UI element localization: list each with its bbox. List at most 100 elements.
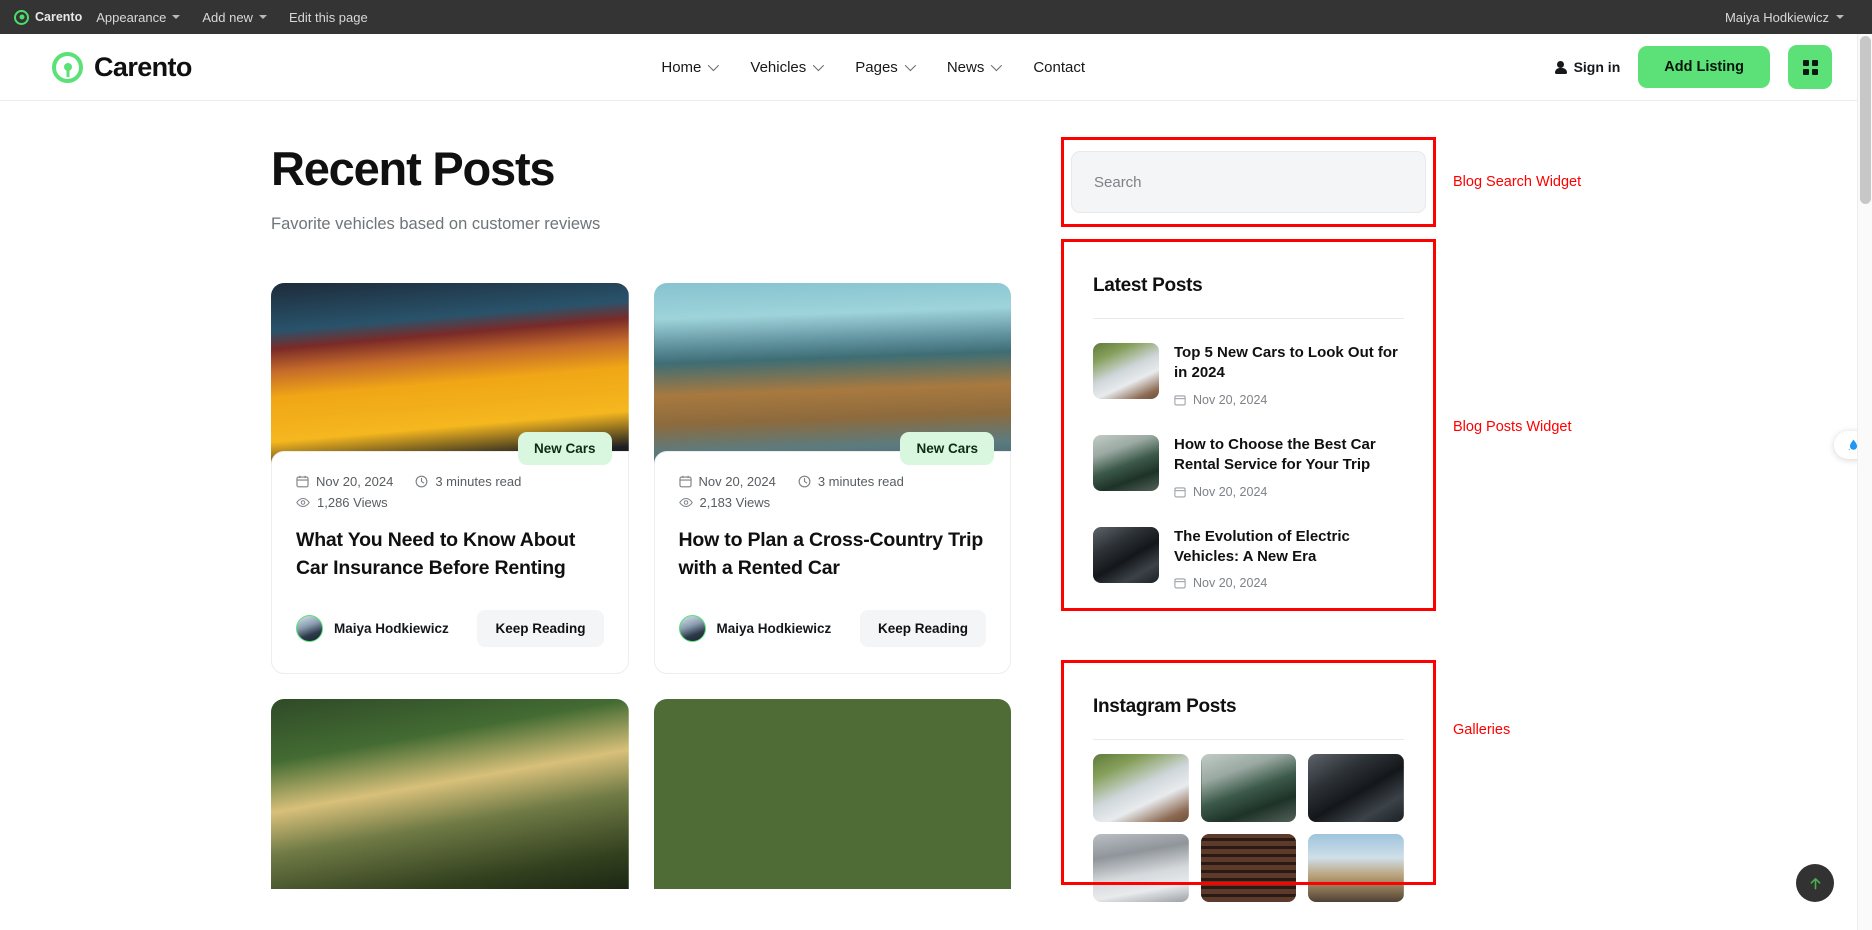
- eye-icon: [296, 497, 310, 507]
- author-name: Maiya Hodkiewicz: [716, 621, 832, 637]
- instagram-cell[interactable]: [1308, 754, 1404, 823]
- admin-bar-menu: Appearance Add new Edit this page: [96, 10, 368, 25]
- post-title[interactable]: Top 5 New Cars to Look Out for in 2024: [1174, 343, 1404, 384]
- sign-in-label: Sign in: [1573, 59, 1621, 75]
- category-badge[interactable]: New Cars: [517, 431, 612, 465]
- sign-in-link[interactable]: Sign in: [1554, 59, 1621, 75]
- keep-reading-button[interactable]: Keep Reading: [477, 610, 604, 648]
- sidebar: Blog Search Widget Latest Posts Top 5 Ne…: [1061, 137, 1581, 930]
- chevron-down-icon: [1836, 15, 1844, 19]
- wp-admin-bar: Carento Appearance Add new Edit this pag…: [0, 0, 1872, 34]
- nav-item-vehicles[interactable]: Vehicles: [750, 59, 825, 76]
- instagram-cell[interactable]: [1093, 834, 1189, 903]
- add-listing-button[interactable]: Add Listing: [1638, 46, 1770, 88]
- calendar-icon: [1174, 486, 1186, 498]
- list-item[interactable]: The Evolution of Electric Vehicles: A Ne…: [1093, 513, 1404, 605]
- site-logo-text: Carento: [94, 51, 192, 82]
- meta-views-label: 2,183 Views: [699, 494, 771, 510]
- galleries-widget: Instagram Posts Galleries: [1061, 660, 1510, 927]
- scroll-to-top-button[interactable]: [1796, 864, 1834, 902]
- instagram-cell[interactable]: [1093, 754, 1189, 823]
- admin-menu-edit-page-label: Edit this page: [288, 9, 368, 25]
- page-title: Recent Posts: [271, 142, 556, 195]
- post-date: Nov 20, 2024: [1174, 485, 1404, 499]
- steering-wheel-icon: [14, 9, 29, 25]
- blog-card-author: Maiya Hodkiewicz: [296, 615, 449, 643]
- post-title[interactable]: The Evolution of Electric Vehicles: A Ne…: [1174, 527, 1404, 568]
- main-navigation: Home Vehicles Pages News Contact: [661, 59, 1085, 76]
- page-body: Recent Posts Favorite vehicles based on …: [0, 101, 1872, 930]
- blog-search-widget: Blog Search Widget: [1061, 137, 1581, 227]
- instagram-posts-card: Instagram Posts: [1071, 670, 1426, 927]
- admin-bar-account[interactable]: Maiya Hodkiewicz: [1725, 10, 1858, 25]
- instagram-grid: [1093, 754, 1404, 903]
- post-text: The Evolution of Electric Vehicles: A Ne…: [1174, 527, 1404, 591]
- blog-card[interactable]: New Cars Nov 20, 2024: [653, 282, 1011, 675]
- search-box[interactable]: [1071, 151, 1426, 213]
- admin-menu-appearance[interactable]: Appearance: [96, 10, 181, 25]
- blog-card-image: [271, 699, 629, 890]
- divider: [1093, 739, 1404, 741]
- post-date: Nov 20, 2024: [1174, 393, 1404, 407]
- latest-posts-card: Latest Posts Top 5 New Cars to Look Out …: [1071, 249, 1426, 629]
- blog-card-footer: Maiya Hodkiewicz Keep Reading: [296, 610, 604, 648]
- arrow-up-icon: [1810, 877, 1820, 889]
- post-thumbnail: [1093, 434, 1159, 491]
- chevron-down-icon: [991, 59, 1003, 72]
- chevron-down-icon: [813, 59, 825, 72]
- instagram-cell[interactable]: [1200, 754, 1297, 823]
- instagram-posts-title: Instagram Posts: [1093, 696, 1237, 718]
- admin-bar-brand[interactable]: Carento: [14, 9, 82, 25]
- nav-item-news-label: News: [946, 58, 985, 76]
- category-badge[interactable]: New Cars: [900, 431, 994, 465]
- calendar-icon: [678, 475, 692, 488]
- main-column: Recent Posts Favorite vehicles based on …: [271, 143, 1011, 930]
- post-text: How to Choose the Best Car Rental Servic…: [1174, 435, 1404, 499]
- blog-card[interactable]: New Cars Nov 20, 2024: [271, 282, 629, 675]
- meta-date: Nov 20, 2024: [678, 473, 776, 489]
- chevron-down-icon: [708, 59, 720, 72]
- site-logo[interactable]: Carento: [52, 51, 192, 83]
- meta-read-time-label: 3 minutes read: [435, 473, 522, 489]
- meta-date-label: Nov 20, 2024: [316, 473, 394, 489]
- nav-item-contact-label: Contact: [1033, 58, 1086, 76]
- admin-menu-add-new[interactable]: Add new: [202, 10, 267, 25]
- blog-card-grid: New Cars Nov 20, 2024 3 minutes read 1,2…: [271, 282, 1011, 890]
- content-wrapper: Recent Posts Favorite vehicles based on …: [271, 101, 1601, 930]
- search-input[interactable]: [1094, 173, 1403, 191]
- admin-bar-username: Maiya Hodkiewicz: [1724, 9, 1829, 25]
- meta-date-label: Nov 20, 2024: [698, 473, 776, 489]
- instagram-cell[interactable]: [1200, 834, 1297, 903]
- admin-menu-edit-page[interactable]: Edit this page: [289, 10, 368, 25]
- calendar-icon: [296, 475, 309, 488]
- blog-card-title[interactable]: What You Need to Know About Car Insuranc…: [296, 526, 604, 583]
- keep-reading-button[interactable]: Keep Reading: [859, 610, 986, 648]
- grid-menu-button[interactable]: [1788, 45, 1832, 89]
- blog-card[interactable]: [271, 699, 629, 890]
- avatar: [678, 615, 706, 643]
- post-title[interactable]: How to Choose the Best Car Rental Servic…: [1174, 435, 1404, 476]
- list-item[interactable]: How to Choose the Best Car Rental Servic…: [1093, 421, 1404, 513]
- list-item[interactable]: Top 5 New Cars to Look Out for in 2024 N…: [1093, 329, 1404, 421]
- grid-icon: [1802, 59, 1818, 75]
- nav-item-news[interactable]: News: [946, 58, 1003, 76]
- blog-posts-widget: Latest Posts Top 5 New Cars to Look Out …: [1061, 239, 1571, 629]
- annotation-label-posts: Blog Posts Widget: [1453, 419, 1572, 435]
- avatar: [296, 615, 323, 643]
- blog-card-body: New Cars Nov 20, 2024: [271, 431, 629, 675]
- chevron-down-icon: [258, 15, 267, 19]
- blog-card[interactable]: [653, 699, 1011, 890]
- nav-item-pages[interactable]: Pages: [855, 59, 916, 76]
- meta-views-label: 1,286 Views: [317, 494, 388, 510]
- blog-card-title[interactable]: How to Plan a Cross-Country Trip with a …: [679, 526, 987, 583]
- nav-item-contact[interactable]: Contact: [1033, 59, 1085, 76]
- instagram-cell[interactable]: [1308, 834, 1404, 903]
- scrollbar-thumb[interactable]: [1860, 36, 1871, 204]
- meta-read-time: 3 minutes read: [798, 474, 904, 489]
- clock-icon: [415, 475, 428, 488]
- browser-scrollbar[interactable]: [1857, 0, 1872, 930]
- nav-item-home[interactable]: Home: [661, 59, 720, 76]
- author-name: Maiya Hodkiewicz: [334, 621, 449, 637]
- post-thumbnail: [1093, 526, 1159, 583]
- meta-read-time: 3 minutes read: [415, 474, 521, 489]
